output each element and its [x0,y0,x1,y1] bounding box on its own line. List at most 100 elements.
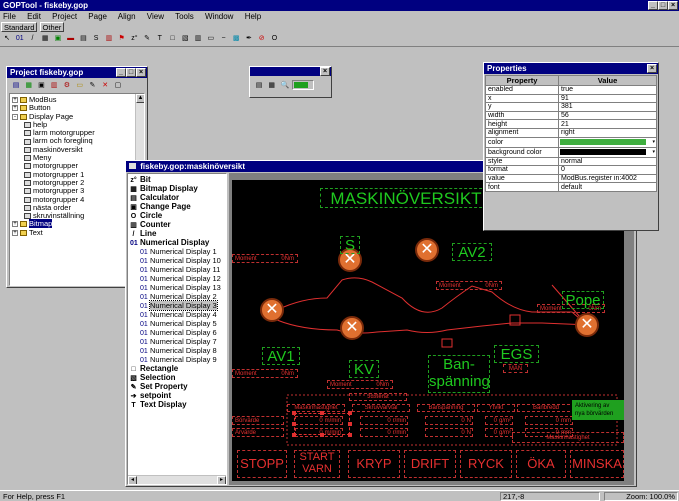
palette-hscroll[interactable]: ◂ ▸ [128,475,226,484]
minimize-button[interactable]: _ [648,1,658,10]
property-value[interactable]: 381 [558,102,657,112]
bit-tool-icon[interactable]: z° [129,34,139,44]
palette-scroll-left[interactable]: ◂ [128,476,137,484]
floating-close-button[interactable]: × [320,67,330,76]
property-tool-icon[interactable]: ✎ [142,34,152,44]
chart-tool-icon[interactable]: ▬ [66,34,76,44]
save-icon[interactable]: ▥ [49,81,59,91]
property-row[interactable]: height 21 [485,119,657,129]
property-value[interactable]: default [558,182,657,192]
table-cell[interactable]: 0 r/min [360,428,408,437]
picture-tool-icon[interactable]: ▩ [231,34,241,44]
palette-item[interactable]: ▥ Counter [130,220,226,229]
property-value[interactable]: 0 [558,165,657,175]
property-value[interactable]: ▾ [558,146,657,158]
settings-icon[interactable]: ⚙ [62,81,72,91]
palette-item[interactable]: 01 Numerical Display 10 [130,256,226,265]
palette-item[interactable]: 01 Numerical Display 2 [130,292,226,301]
hmi-button[interactable]: RYCK [460,450,512,478]
property-row[interactable]: font default [485,182,657,192]
project-minimize-button[interactable]: _ [116,68,126,77]
align-left-icon[interactable]: ▤ [254,81,264,92]
palette-item[interactable]: ▣ Change Page [130,202,226,211]
minus-tool-icon[interactable]: − [218,34,228,44]
flag-tool-icon[interactable]: ⚑ [117,34,127,44]
selection-box[interactable] [294,413,350,435]
text-tool-icon[interactable]: T [155,34,165,44]
menu-project[interactable]: Project [52,12,77,21]
dropdown-arrow-icon[interactable]: ▾ [652,139,655,145]
menu-tools[interactable]: Tools [175,12,194,21]
color-swatch[interactable] [560,148,646,155]
expand-icon[interactable]: + [12,97,18,104]
tab-other[interactable]: Other [39,22,65,32]
property-row[interactable]: value ModBus.register in:4002 [485,173,657,184]
aktivering-box[interactable]: Aktivering av nya börvärden [572,400,624,420]
palette-item[interactable]: 01 Numerical Display 6 [130,328,226,337]
motor-icon[interactable]: ✕ [340,316,364,340]
collapse-icon[interactable]: - [12,113,18,120]
palette-item[interactable]: ▦ Bitmap Display [130,184,226,193]
palette-item[interactable]: / Line [130,229,226,238]
line-tool-icon[interactable]: / [27,34,37,44]
tree-item[interactable]: - Display Page [12,112,144,121]
properties-icon[interactable]: ▢ [113,81,123,91]
palette-item[interactable]: T Text Display [130,400,226,409]
color-swatch[interactable] [560,138,646,145]
counter-tool-icon[interactable]: ▥ [193,34,203,44]
hmi-button[interactable]: ÖKA [516,450,566,478]
motor-icon[interactable]: ✕ [260,298,284,322]
properties-close-button[interactable]: × [647,64,657,73]
table-cell[interactable]: 0 g/m² [485,428,513,437]
property-row[interactable]: background color ▾ [485,146,657,158]
property-row[interactable]: enabled true [485,85,657,95]
close-button[interactable]: × [668,1,678,10]
color-picker[interactable] [292,80,315,90]
hmi-button[interactable]: START VARN [294,450,340,478]
selection-handle[interactable] [320,411,324,415]
stop-tool-icon[interactable]: ⊘ [257,34,267,44]
rectangle-tool-icon[interactable]: □ [168,34,178,44]
property-value[interactable]: 21 [558,119,657,129]
delete-icon[interactable]: ✕ [100,81,110,91]
palette-item[interactable]: 01 Numerical Display 4 [130,310,226,319]
grid-tool-icon[interactable]: ▦ [40,34,50,44]
pointer-tool-icon[interactable]: ↖ [2,34,12,44]
pen-tool-icon[interactable]: ✒ [244,34,254,44]
palette-item[interactable]: 01 Numerical Display 9 [130,355,226,364]
maximize-button[interactable]: □ [658,1,668,10]
property-value[interactable]: right [558,127,657,138]
palette-item[interactable]: □ Rectangle [130,364,226,373]
motor-icon[interactable]: ✕ [415,238,439,262]
property-value[interactable]: 91 [558,93,657,104]
palette-item[interactable]: 01 Numerical Display 12 [130,274,226,283]
palette-item[interactable]: 01 Numerical Display 5 [130,319,226,328]
property-row[interactable]: color ▾ [485,136,657,148]
property-value[interactable]: ModBus.register in:4002 [558,173,657,184]
menu-edit[interactable]: Edit [27,12,41,21]
hmi-button[interactable]: DRIFT [404,450,456,478]
palette-item[interactable]: 01 Numerical Display [130,238,226,247]
selection-handle[interactable] [348,411,352,415]
palette-item[interactable]: ▧ Selection [130,373,226,382]
palette-item[interactable]: 01 Numerical Display 1 [130,247,226,256]
menu-view[interactable]: View [147,12,164,21]
table-cell[interactable]: 0 g/m² [485,416,513,425]
selection-handle[interactable] [348,422,352,426]
hmi-button[interactable]: KRYP [348,450,400,478]
palette-item[interactable]: O Circle [130,211,226,220]
project-close-button[interactable]: × [136,68,146,77]
palette-scroll-right[interactable]: ▸ [217,476,226,484]
bitmap-tool-icon[interactable]: ▣ [53,34,63,44]
new-page-icon[interactable]: ▤ [11,81,21,91]
edit-icon[interactable]: ✎ [87,81,97,91]
table-cell[interactable]: 0 mm [525,416,573,425]
circle-tool-icon[interactable]: O [269,34,279,44]
display-tool-icon[interactable]: ▭ [206,34,216,44]
display-icon[interactable]: ▦ [24,81,34,91]
table-cell[interactable]: 0N [425,416,473,425]
selection-handle[interactable] [320,433,324,437]
property-row[interactable]: style normal [485,156,657,167]
menu-page[interactable]: Page [88,12,107,21]
calc-tool-icon[interactable]: ▤ [78,34,88,44]
